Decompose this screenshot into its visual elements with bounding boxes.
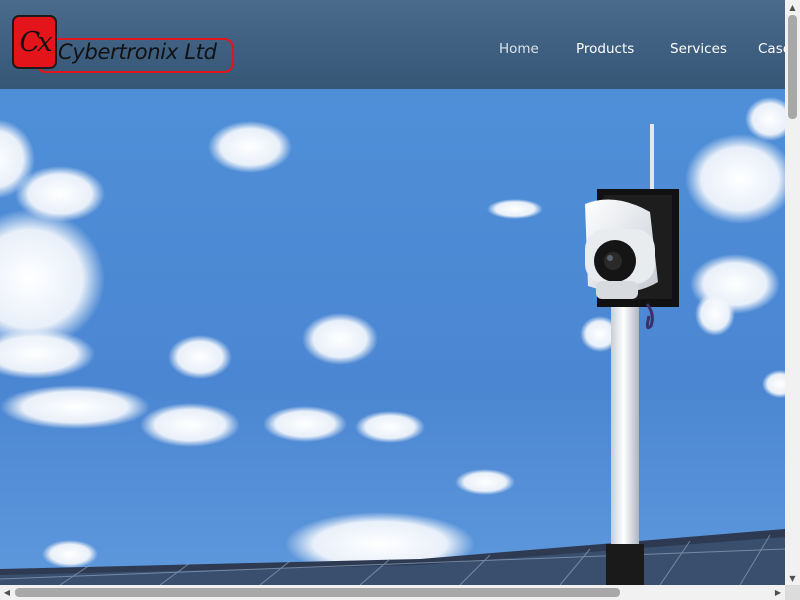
nav-services[interactable]: Services xyxy=(670,41,727,57)
main-nav: Home Products Services Case xyxy=(0,0,785,89)
scroll-up-icon[interactable]: ▲ xyxy=(785,0,800,14)
horizontal-scrollbar[interactable]: ◀ ▶ xyxy=(0,585,785,600)
scroll-down-icon[interactable]: ▼ xyxy=(785,571,800,585)
hero-photo xyxy=(0,89,785,585)
scroll-right-icon[interactable]: ▶ xyxy=(771,585,785,600)
nav-home[interactable]: Home xyxy=(499,41,539,57)
page-viewport: Cx Cybertronix Ltd Home Products Service… xyxy=(0,0,785,585)
horizontal-scroll-thumb[interactable] xyxy=(15,588,620,597)
vertical-scroll-thumb[interactable] xyxy=(788,15,797,119)
nav-case-studies[interactable]: Case xyxy=(758,41,785,57)
scrollbar-corner xyxy=(785,585,800,600)
scroll-left-icon[interactable]: ◀ xyxy=(0,585,14,600)
hero-image xyxy=(0,89,785,585)
site-header: Cx Cybertronix Ltd Home Products Service… xyxy=(0,0,785,89)
nav-products[interactable]: Products xyxy=(576,41,634,57)
vertical-scrollbar[interactable]: ▲ ▼ xyxy=(785,0,800,585)
